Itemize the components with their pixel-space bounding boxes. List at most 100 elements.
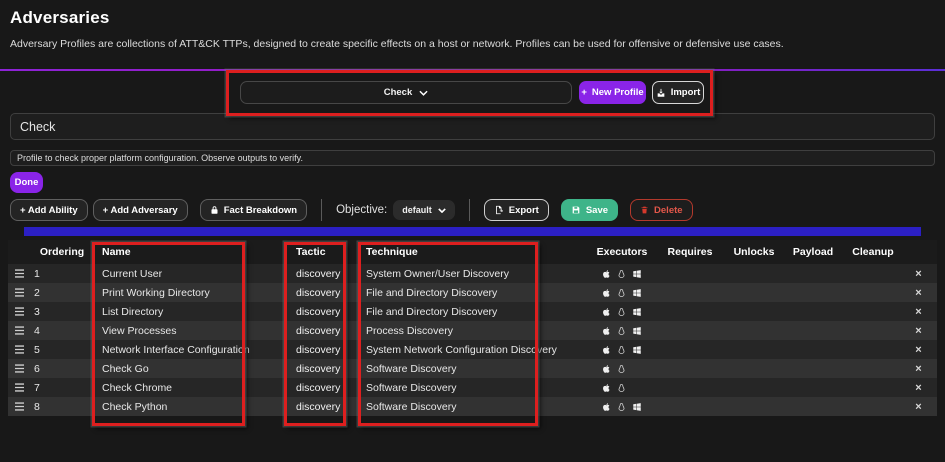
windows-icon — [632, 345, 642, 355]
drag-handle-icon — [14, 288, 25, 297]
executors-cell — [592, 326, 652, 336]
apple-icon — [602, 364, 611, 374]
remove-ability-button[interactable]: × — [900, 287, 937, 299]
adversaries-page: Adversaries Adversary Profiles are colle… — [0, 0, 945, 462]
remove-ability-button[interactable]: × — [900, 382, 937, 394]
technique-cell: Process Discovery — [352, 325, 592, 337]
chevron-down-icon — [438, 208, 446, 213]
ability-name-cell[interactable]: Check Python — [94, 401, 288, 413]
ability-name-cell[interactable]: Check Go — [94, 363, 288, 375]
tactic-link[interactable]: discovery — [296, 325, 340, 337]
column-header-unlocks: Unlocks — [728, 246, 780, 258]
import-label: Import — [671, 87, 701, 98]
drag-handle[interactable] — [8, 288, 30, 297]
remove-ability-button[interactable]: × — [900, 325, 937, 337]
done-button[interactable]: Done — [10, 172, 43, 193]
column-header-cleanup: Cleanup — [846, 246, 900, 258]
tactic-cell: discovery — [288, 287, 352, 299]
ability-name-cell[interactable]: Print Working Directory — [94, 287, 288, 299]
table-row: 6Check Go discovery Software Discovery × — [8, 359, 937, 378]
column-header-executors: Executors — [592, 246, 652, 258]
objective-label: Objective: — [336, 204, 387, 216]
drag-handle[interactable] — [8, 269, 30, 278]
apple-icon — [602, 383, 611, 393]
table-row: 4View Processes discovery Process Discover… — [8, 321, 937, 340]
drag-handle-icon — [14, 402, 25, 411]
chevron-down-icon — [419, 90, 428, 96]
linux-icon — [617, 307, 626, 317]
tactic-link[interactable]: discovery — [296, 268, 340, 280]
plus-icon: + — [581, 87, 587, 98]
windows-icon — [632, 288, 642, 298]
ability-name-cell[interactable]: View Processes — [94, 325, 288, 337]
drag-handle[interactable] — [8, 364, 30, 373]
export-button[interactable]: Export — [484, 199, 549, 221]
remove-ability-button[interactable]: × — [900, 268, 937, 280]
header-divider — [0, 69, 945, 71]
tactic-link[interactable]: discovery — [296, 306, 340, 318]
drag-handle-icon — [14, 269, 25, 278]
tactic-link[interactable]: discovery — [296, 401, 340, 413]
profile-description-input[interactable] — [10, 150, 935, 166]
tactic-link[interactable]: discovery — [296, 344, 340, 356]
executors-cell — [592, 402, 652, 412]
fact-breakdown-label: Fact Breakdown — [224, 205, 297, 216]
column-header-payload: Payload — [780, 246, 846, 258]
drag-handle[interactable] — [8, 326, 30, 335]
add-ability-button[interactable]: + Add Ability — [10, 199, 88, 221]
drag-handle[interactable] — [8, 307, 30, 316]
linux-icon — [617, 383, 626, 393]
ability-name-cell[interactable]: Check Chrome — [94, 382, 288, 394]
apple-icon — [602, 345, 611, 355]
tactic-link[interactable]: discovery — [296, 382, 340, 394]
ordering-cell: 3 — [30, 306, 94, 318]
linux-icon — [617, 345, 626, 355]
drag-handle[interactable] — [8, 402, 30, 411]
remove-ability-button[interactable]: × — [900, 306, 937, 318]
profile-selector-bar: Check + New Profile Import — [0, 78, 945, 108]
drag-handle[interactable] — [8, 345, 30, 354]
trash-icon — [640, 205, 649, 215]
save-label: Save — [586, 205, 608, 216]
new-profile-label: New Profile — [592, 87, 644, 98]
add-adversary-button[interactable]: + Add Adversary — [93, 199, 188, 221]
technique-cell: Software Discovery — [352, 382, 592, 394]
save-icon — [571, 205, 581, 215]
import-button[interactable]: Import — [652, 81, 704, 104]
table-row: 5Network Interface Configurationdiscover… — [8, 340, 937, 359]
profile-name-input[interactable] — [10, 113, 935, 140]
export-icon — [494, 205, 504, 215]
ordering-cell: 6 — [30, 363, 94, 375]
linux-icon — [617, 364, 626, 374]
ability-name-cell[interactable]: Network Interface Configuration — [94, 344, 288, 356]
tactic-cell: discovery — [288, 306, 352, 318]
executors-cell — [592, 307, 652, 317]
apple-icon — [602, 402, 611, 412]
drag-handle[interactable] — [8, 383, 30, 392]
executors-cell — [592, 288, 652, 298]
new-profile-button[interactable]: + New Profile — [579, 81, 646, 104]
tactic-link[interactable]: discovery — [296, 287, 340, 299]
profile-select-dropdown[interactable]: Check — [240, 81, 572, 104]
delete-label: Delete — [654, 205, 683, 216]
remove-ability-button[interactable]: × — [900, 401, 937, 413]
tactic-link[interactable]: discovery — [296, 363, 340, 375]
save-button[interactable]: Save — [561, 199, 618, 221]
fact-breakdown-button[interactable]: Fact Breakdown — [200, 199, 307, 221]
profile-select-value: Check — [384, 87, 413, 98]
table-body: 1Current UserdiscoverySystem Owner/User … — [8, 264, 937, 416]
ordering-cell: 4 — [30, 325, 94, 337]
tactic-cell: discovery — [288, 268, 352, 280]
objective-select[interactable]: default — [393, 200, 455, 220]
ordering-cell: 8 — [30, 401, 94, 413]
ability-name-cell[interactable]: Current User — [94, 268, 288, 280]
drag-handle-icon — [14, 307, 25, 316]
table-row: 7Check ChromediscoverySoftware Discovery… — [8, 378, 937, 397]
remove-ability-button[interactable]: × — [900, 344, 937, 356]
technique-cell: Software Discovery — [352, 363, 592, 375]
remove-ability-button[interactable]: × — [900, 363, 937, 375]
delete-button[interactable]: Delete — [630, 199, 693, 221]
lock-icon — [210, 205, 219, 215]
toolbar-divider — [469, 199, 470, 221]
ability-name-cell[interactable]: List Directory — [94, 306, 288, 318]
